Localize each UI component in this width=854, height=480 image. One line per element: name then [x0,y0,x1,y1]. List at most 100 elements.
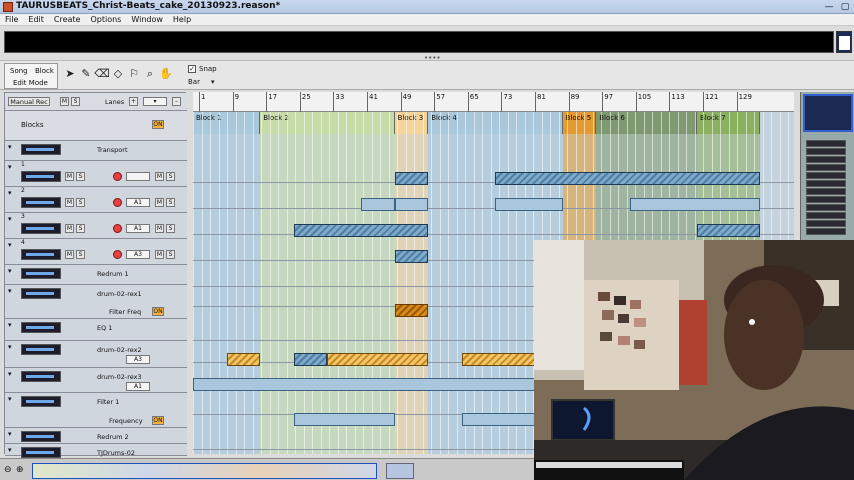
expand-icon[interactable]: ▾ [8,430,12,438]
clip[interactable] [394,250,429,263]
clip[interactable] [361,198,395,211]
clip[interactable] [394,198,429,211]
menu-options[interactable]: Options [85,14,126,24]
track-row[interactable]: ▾ drum-02-rex3 A1 [5,368,187,393]
menu-file[interactable]: File [0,14,23,24]
expand-icon[interactable]: ▾ [8,163,12,171]
track-row[interactable]: ▾ 4 M S A3 M S [5,239,187,265]
track-row[interactable]: ▾ Redrum 1 [5,265,187,285]
track-solo-button[interactable]: S [76,224,85,233]
track-m-button[interactable]: M [155,172,164,181]
automation-on-button[interactable]: ON [152,416,164,425]
lane-select[interactable]: ▾ [143,97,167,106]
navigator-thumb[interactable] [836,31,852,53]
track-row[interactable]: ▾ Redrum 2 [5,428,187,444]
expand-icon[interactable]: ▾ [8,343,12,351]
mute-tool-icon[interactable]: ⚐ [126,67,142,81]
track-solo-button[interactable]: S [76,198,85,207]
track-mute-button[interactable]: M [65,224,74,233]
menu-help[interactable]: Help [168,14,196,24]
menu-create[interactable]: Create [49,14,86,24]
expand-icon[interactable]: ▾ [8,143,12,151]
track-s-button[interactable]: S [166,224,175,233]
track-row[interactable]: ▾ EQ 1 [5,319,187,341]
menu-window[interactable]: Window [126,14,168,24]
expand-icon[interactable]: ▾ [8,189,12,197]
track-solo-button[interactable]: S [76,172,85,181]
zoom-out-icon[interactable]: ⊖ [4,465,12,475]
block-2[interactable]: Block 2 [260,112,395,134]
block-6[interactable]: Block 6 [596,112,697,134]
overview-scroll-handle[interactable] [386,463,414,479]
clip[interactable] [629,198,760,211]
track-m-button[interactable]: M [155,250,164,259]
expand-icon[interactable]: ▾ [8,287,12,295]
track-row[interactable]: ▾ 1 M S M S [5,161,187,187]
track-mute-button[interactable]: M [65,250,74,259]
mute-button[interactable]: M [60,97,69,106]
note-select[interactable]: A1 [126,198,150,207]
minimize-icon[interactable]: — [822,1,836,13]
lane-option-icon[interactable]: – [172,97,181,106]
hand-tool-icon[interactable]: ✋ [158,67,174,81]
expand-icon[interactable]: ▾ [8,370,12,378]
clip[interactable] [394,172,429,185]
track-s-button[interactable]: S [166,198,175,207]
eraser-tool-icon[interactable]: ⌫ [94,67,110,81]
pencil-tool-icon[interactable]: ✎ [78,67,94,81]
track-m-button[interactable]: M [155,198,164,207]
expand-icon[interactable]: ▾ [8,321,12,329]
note-select[interactable]: A1 [126,224,150,233]
note-select[interactable]: A3 [126,250,150,259]
expand-icon[interactable]: ▾ [8,241,12,249]
track-row[interactable]: ▾ 2 M S A1 M S [5,187,187,213]
expand-icon[interactable]: ▾ [8,267,12,275]
note-select[interactable] [126,172,150,181]
blocks-on-button[interactable]: ON [152,120,164,129]
clip[interactable] [293,413,395,426]
snap-value[interactable]: Bar [188,78,200,86]
block-tab[interactable]: Block [35,67,54,75]
note-select[interactable]: A3 [126,355,150,364]
record-icon[interactable] [113,198,122,207]
manual-rec-button[interactable]: Manual Rec [8,97,50,106]
track-row[interactable]: ▾ drum-02-rex2 A3 [5,341,187,368]
track-solo-button[interactable]: S [76,250,85,259]
track-s-button[interactable]: S [166,250,175,259]
track-row[interactable]: ▾ TJDrums-02 [5,444,187,458]
track-row[interactable]: ▾ Filter 1 Frequency ON [5,393,187,428]
solo-button[interactable]: S [71,97,80,106]
clip[interactable] [293,224,429,237]
rack-navigator[interactable] [800,92,854,242]
track-row[interactable]: ▾ drum-02-rex1 Filter Freq ON [5,285,187,319]
song-overview[interactable] [32,463,377,479]
clip[interactable] [293,353,328,366]
clip[interactable] [495,198,563,211]
add-lane-icon[interactable]: + [129,97,138,106]
clip[interactable] [697,224,760,237]
zoom-in-icon[interactable]: ⊕ [16,465,24,475]
maximize-icon[interactable]: ▢ [838,1,852,13]
edit-mode-button[interactable]: Edit Mode [13,79,48,87]
record-icon[interactable] [113,172,122,181]
clip[interactable] [394,304,429,317]
song-tab[interactable]: Song [10,67,28,75]
track-mute-button[interactable]: M [65,198,74,207]
timeline-ruler[interactable]: 1 9 17 25 33 41 49 57 65 73 81 89 97 105 113 121 129 [193,92,794,112]
track-mute-button[interactable]: M [65,172,74,181]
record-icon[interactable] [113,224,122,233]
track-s-button[interactable]: S [166,172,175,181]
automation-on-button[interactable]: ON [152,307,164,316]
track-row[interactable]: ▾ 3 M S A1 M S [5,213,187,239]
note-select[interactable]: A1 [126,382,150,391]
record-icon[interactable] [113,250,122,259]
magnify-tool-icon[interactable]: ⌕ [142,67,158,81]
expand-icon[interactable]: ▾ [8,215,12,223]
expand-icon[interactable]: ▾ [8,446,12,454]
track-row[interactable]: ▾ Transport [5,141,187,161]
expand-icon[interactable]: ▾ [8,395,12,403]
snap-checkbox[interactable]: ✓ [188,65,196,73]
rack-thumb[interactable] [803,94,853,132]
razor-tool-icon[interactable]: ◇ [110,67,126,81]
clip[interactable] [327,353,429,366]
